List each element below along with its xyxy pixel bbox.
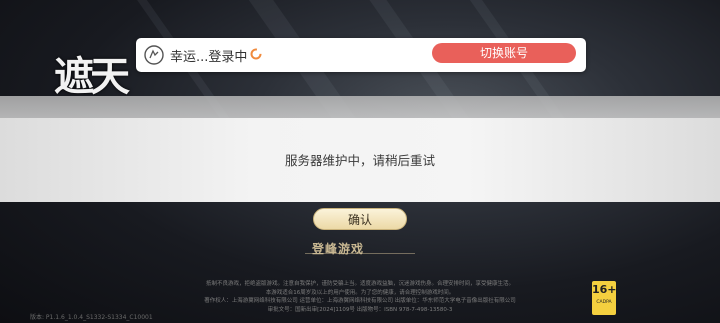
version-text: 版本: P1.1.6_1.0.4_S1332-S1334_C10001: [30, 314, 153, 321]
dialog-message: 服务器维护中，请稍后重试: [284, 153, 435, 168]
login-status-text: 幸运...登录中: [170, 50, 248, 65]
game-logo-text: 遮天: [54, 53, 130, 100]
confirm-button[interactable]: 确认: [313, 208, 407, 230]
account-avatar-icon: [144, 45, 164, 65]
age-rating-number: 16+: [592, 283, 617, 296]
game-logo: 遮天 世界: [26, 20, 155, 100]
age-rating-badge: 16+ CADPA: [592, 281, 617, 315]
login-status-bar: 幸运...登录中 切换账号: [136, 38, 586, 72]
loading-spinner-icon: [250, 48, 262, 60]
switch-account-button[interactable]: 切换账号: [432, 43, 576, 63]
publisher-logo: 登峰游戏: [312, 242, 365, 256]
age-rating-label: CADPA: [596, 300, 612, 305]
maintenance-dialog: 服务器维护中，请稍后重试: [0, 96, 720, 212]
publisher-logo-divider: [305, 253, 415, 254]
